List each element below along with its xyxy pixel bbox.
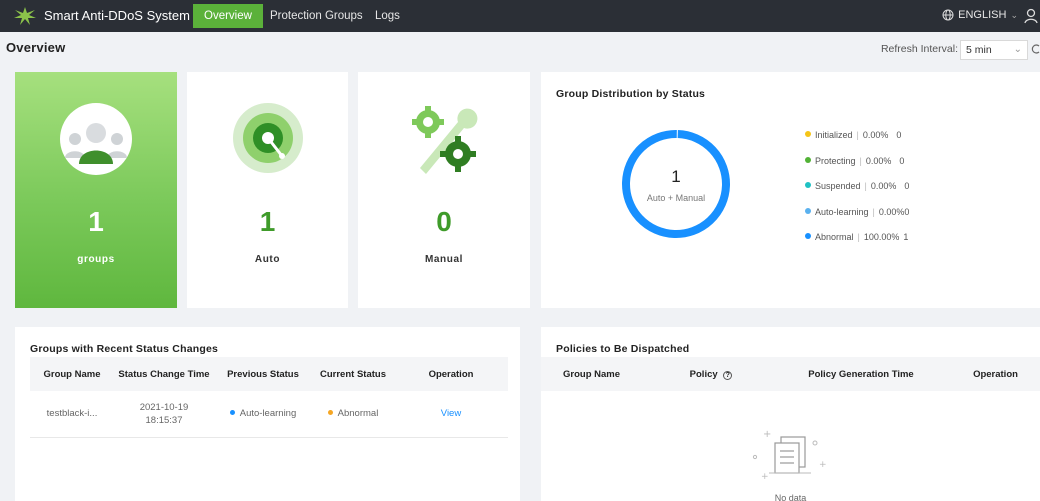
page-header: Overview Refresh Interval: 5 min ⌄ bbox=[0, 32, 1040, 64]
column-header: Group Name bbox=[541, 357, 651, 391]
previous-status-cell: Auto-learning bbox=[214, 391, 312, 438]
no-data-text: No data bbox=[774, 493, 807, 501]
current-status-cell: Abnormal bbox=[312, 391, 394, 438]
change-date: 2021-10-19 bbox=[139, 401, 189, 413]
legend-item-protecting[interactable]: Protecting | 0.00% 0 bbox=[805, 156, 904, 166]
legend-name: Initialized bbox=[815, 130, 853, 140]
groups-count: 1 bbox=[88, 206, 104, 237]
app-logo-icon bbox=[14, 7, 36, 25]
table-header-row: Group Name Status Change Time Previous S… bbox=[30, 357, 508, 391]
policies-title: Policies to Be Dispatched bbox=[556, 343, 690, 355]
refresh-interval-select[interactable]: 5 min ⌄ bbox=[960, 40, 1028, 60]
svg-text:+: + bbox=[761, 472, 769, 482]
recent-changes-title: Groups with Recent Status Changes bbox=[30, 343, 219, 355]
legend-percent: 100.00% bbox=[863, 232, 900, 242]
status-donut-chart: 1 Auto + Manual bbox=[619, 127, 733, 241]
legend-item-auto-learning[interactable]: Auto-learning | 0.00%0 bbox=[805, 207, 909, 217]
distribution-title: Group Distribution by Status bbox=[556, 88, 706, 100]
auto-stat-card[interactable]: 1 Auto bbox=[187, 72, 348, 308]
column-header: Group Name bbox=[30, 357, 114, 391]
recent-changes-table: Group Name Status Change Time Previous S… bbox=[30, 357, 508, 438]
tab-logs[interactable]: Logs bbox=[364, 4, 411, 28]
column-header: Policy ? bbox=[651, 357, 771, 391]
column-header: Operation bbox=[394, 357, 508, 391]
donut-total: 1 bbox=[671, 167, 681, 186]
legend-count: 1 bbox=[903, 232, 909, 242]
legend-percent: 0.00% bbox=[870, 181, 897, 191]
group-name-cell: testblack-i... bbox=[30, 391, 114, 438]
tab-protection-groups[interactable]: Protection Groups bbox=[259, 4, 374, 28]
svg-text:+: + bbox=[819, 460, 827, 470]
refresh-interval-label: Refresh Interval: bbox=[880, 43, 958, 55]
column-header: Policy Generation Time bbox=[771, 357, 951, 391]
policy-header-label: Policy bbox=[689, 368, 718, 380]
chevron-down-icon: ⌄ bbox=[1010, 9, 1018, 20]
legend-dot bbox=[805, 131, 811, 137]
status-dot bbox=[229, 410, 235, 416]
column-header: Current Status bbox=[312, 357, 394, 391]
page-title: Overview bbox=[6, 40, 66, 55]
groups-label: groups bbox=[77, 254, 115, 265]
manual-count: 0 bbox=[436, 206, 452, 237]
legend-percent: 0.00% bbox=[862, 130, 889, 140]
user-icon[interactable] bbox=[1024, 8, 1038, 24]
legend-dot bbox=[805, 157, 811, 163]
legend-item-abnormal[interactable]: Abnormal | 100.00% 1 bbox=[805, 232, 908, 242]
operation-cell: View bbox=[394, 391, 508, 438]
refresh-interval-value: 5 min bbox=[966, 44, 992, 56]
refresh-icon[interactable] bbox=[1030, 42, 1040, 56]
svg-text:+: + bbox=[763, 429, 771, 440]
status-dot bbox=[327, 410, 333, 416]
legend-count: 0 bbox=[896, 130, 902, 140]
legend-dot bbox=[805, 182, 811, 188]
manual-label: Manual bbox=[424, 254, 464, 265]
recent-status-changes-card: Groups with Recent Status Changes Group … bbox=[15, 327, 520, 501]
status-change-time-cell: 2021-10-19 18:15:37 bbox=[114, 391, 214, 438]
previous-status-text: Auto-learning bbox=[239, 408, 297, 420]
donut-subtitle: Auto + Manual bbox=[646, 193, 706, 203]
auto-count: 1 bbox=[259, 206, 276, 237]
legend-item-suspended[interactable]: Suspended | 0.00% 0 bbox=[805, 181, 909, 191]
view-link[interactable]: View bbox=[441, 408, 461, 419]
legend-count: 0 bbox=[899, 156, 905, 166]
help-icon[interactable]: ? bbox=[723, 370, 733, 380]
legend-dot bbox=[805, 233, 811, 239]
auto-label: Auto bbox=[254, 254, 281, 265]
group-distribution-card: Group Distribution by Status 1 Auto + Ma… bbox=[541, 72, 1040, 308]
current-status-text: Abnormal bbox=[337, 408, 379, 420]
chevron-down-icon: ⌄ bbox=[1013, 44, 1022, 55]
empty-document-icon: + + + bbox=[752, 429, 827, 482]
legend-item-initialized[interactable]: Initialized | 0.00% 0 bbox=[805, 130, 901, 140]
policies-to-dispatch-card: Policies to Be Dispatched Group Name Pol… bbox=[541, 327, 1040, 501]
gears-wrench-icon bbox=[412, 106, 478, 174]
groups-stat-card[interactable]: 1 groups bbox=[15, 72, 177, 308]
change-time: 18:15:37 bbox=[145, 414, 183, 426]
groups-icon bbox=[60, 103, 132, 175]
legend-percent: 0.00% bbox=[865, 156, 892, 166]
policies-table: Group Name Policy ? Policy Generation Ti… bbox=[541, 357, 1040, 391]
radar-icon bbox=[232, 103, 303, 173]
legend-name: Abnormal bbox=[815, 232, 854, 242]
tab-overview[interactable]: Overview bbox=[193, 4, 263, 28]
legend-name: Auto-learning bbox=[815, 207, 869, 217]
legend-dot bbox=[805, 208, 811, 214]
column-header: Previous Status bbox=[214, 357, 312, 391]
legend-name: Protecting bbox=[815, 156, 856, 166]
column-header: Operation bbox=[951, 357, 1040, 391]
language-selector[interactable]: ENGLISH ⌄ bbox=[942, 9, 1018, 21]
app-name: Smart Anti-DDoS System bbox=[44, 8, 190, 23]
column-header: Status Change Time bbox=[114, 357, 214, 391]
globe-icon bbox=[942, 9, 954, 21]
table-row: testblack-i... 2021-10-19 18:15:37 Auto-… bbox=[30, 391, 508, 438]
legend-count: 0 bbox=[904, 181, 910, 191]
legend-name: Suspended bbox=[815, 181, 861, 191]
legend-percent: 0.00% bbox=[878, 207, 905, 217]
legend-count: 0 bbox=[904, 207, 910, 217]
manual-stat-card[interactable]: 0 Manual bbox=[358, 72, 530, 308]
top-navigation-bar: Smart Anti-DDoS System Overview Protecti… bbox=[0, 0, 1040, 32]
table-header-row: Group Name Policy ? Policy Generation Ti… bbox=[541, 357, 1040, 391]
language-label: ENGLISH bbox=[958, 9, 1007, 21]
